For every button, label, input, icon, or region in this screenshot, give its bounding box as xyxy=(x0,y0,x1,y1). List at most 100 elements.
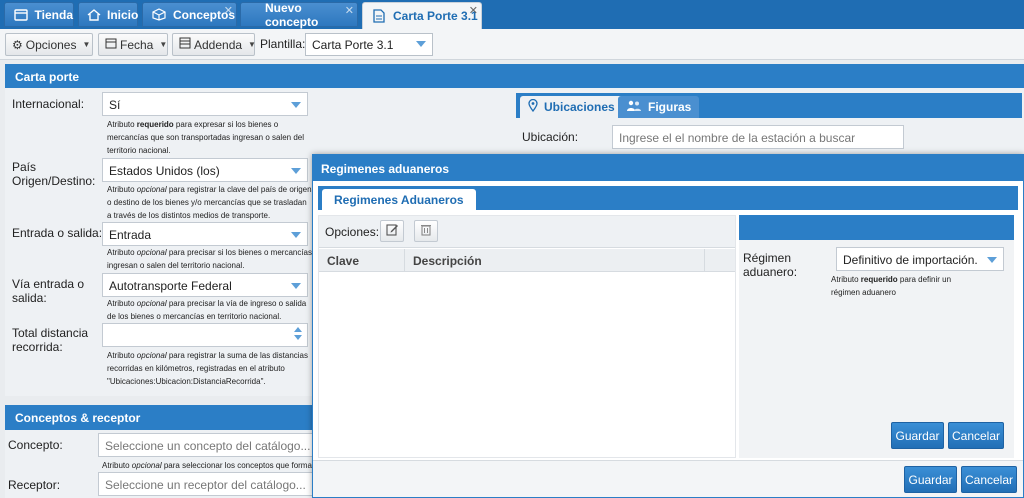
tab-label: Figuras xyxy=(648,100,692,114)
location-pin-icon xyxy=(528,98,538,115)
tab-tienda[interactable]: Tienda xyxy=(4,2,74,27)
tab-nuevo-concepto[interactable]: Nuevo concepto ✕ xyxy=(240,0,358,29)
panel-title: Conceptos & receptor xyxy=(15,411,141,425)
tab-figuras[interactable]: Figuras xyxy=(618,96,700,118)
modal-title-text: Regimenes aduaneros xyxy=(321,162,450,176)
tab-label: Nuevo concepto xyxy=(265,0,319,29)
regimen-select[interactable]: Definitivo de importación. xyxy=(836,247,1004,271)
entrada-salida-label: Entrada o salida: xyxy=(12,226,103,240)
column-label: Descripción xyxy=(413,254,482,268)
ubicacion-search-input[interactable]: Ingrese el el nombre de la estación a bu… xyxy=(612,125,904,149)
modal-footer: Guardar Cancelar xyxy=(313,460,1023,497)
toolbar: ⚙ Opciones ▼ Fecha ▼ Addenda ▼ Plantilla… xyxy=(0,29,1024,60)
plantilla-select[interactable]: Carta Porte 3.1 xyxy=(305,33,433,56)
select-value: Definitivo de importación. xyxy=(843,253,978,267)
chevron-down-icon xyxy=(416,41,426,47)
pais-select[interactable]: Estados Unidos (los) xyxy=(102,158,308,182)
button-label: Guardar xyxy=(895,428,940,443)
tab-regimenes-aduaneros[interactable]: Regimenes Aduaneros xyxy=(322,189,476,210)
input-placeholder: Ingrese el el nombre de la estación a bu… xyxy=(619,131,856,145)
store-icon xyxy=(13,8,29,22)
button-label: Cancelar xyxy=(951,428,1001,443)
select-value: Autotransporte Federal xyxy=(109,279,232,293)
chevron-down-icon: ▼ xyxy=(248,40,256,49)
delete-button[interactable] xyxy=(414,220,438,242)
receptor-label: Receptor: xyxy=(8,478,61,492)
addenda-label: Addenda xyxy=(194,37,243,52)
options-bar: Opciones: xyxy=(319,216,735,248)
regimenes-grid-panel: Opciones: Clave Descripción xyxy=(318,215,736,458)
modal-cancelar-button[interactable]: Cancelar xyxy=(961,466,1017,493)
chevron-down-icon xyxy=(291,232,301,238)
column-label: Clave xyxy=(327,254,360,268)
people-icon xyxy=(626,100,642,115)
regimenes-modal: Regimenes aduaneros Regimenes Aduaneros … xyxy=(312,154,1024,498)
tab-ubicaciones[interactable]: Ubicaciones xyxy=(520,96,623,118)
chevron-down-icon xyxy=(291,283,301,289)
distancia-input[interactable] xyxy=(102,323,308,347)
distancia-label: Total distancia recorrida: xyxy=(12,326,89,354)
input-placeholder: Seleccione un receptor del catálogo... xyxy=(105,478,306,492)
chevron-down-icon[interactable] xyxy=(294,335,302,340)
modal-title: Regimenes aduaneros xyxy=(313,155,1023,181)
tab-label: Inicio xyxy=(107,7,139,22)
input-placeholder: Seleccione un concepto del catálogo... xyxy=(105,439,311,453)
form-header xyxy=(739,215,1014,240)
plantilla-value: Carta Porte 3.1 xyxy=(312,38,394,52)
pais-help: Atributo opcional para registrar la clav… xyxy=(107,185,312,220)
tab-label: Tienda xyxy=(34,7,73,22)
box-icon xyxy=(151,8,167,22)
chevron-down-icon: ▼ xyxy=(82,40,91,49)
home-icon xyxy=(87,8,101,22)
grid-header: Clave Descripción xyxy=(319,249,735,272)
plantilla-label: Plantilla: xyxy=(260,37,306,51)
document-icon xyxy=(371,9,387,23)
concepto-input[interactable]: Seleccione un concepto del catálogo... xyxy=(98,433,318,457)
column-header-clave[interactable]: Clave xyxy=(319,249,405,272)
close-icon[interactable]: ✕ xyxy=(345,4,354,17)
receptor-input[interactable]: Seleccione un receptor del catálogo... xyxy=(98,472,318,496)
number-stepper[interactable] xyxy=(294,327,303,343)
concepto-label: Concepto: xyxy=(8,438,63,452)
panel-title: Carta porte xyxy=(15,70,80,84)
entrada-salida-help: Atributo opcional para precisar si los b… xyxy=(107,248,313,270)
ubicaciones-tabbar: Ubicaciones Figuras xyxy=(516,93,1022,118)
tab-label: Ubicaciones xyxy=(544,100,615,114)
internacional-help: Atributo requerido para expresar si los … xyxy=(107,120,305,155)
close-icon[interactable]: ✕ xyxy=(224,4,233,17)
column-header-descripcion[interactable]: Descripción xyxy=(405,249,705,272)
select-value: Sí xyxy=(109,98,121,112)
tab-conceptos[interactable]: Conceptos ✕ xyxy=(142,2,237,27)
via-select[interactable]: Autotransporte Federal xyxy=(102,273,308,297)
guardar-button[interactable]: Guardar xyxy=(891,422,944,449)
gear-icon: ⚙ xyxy=(12,37,23,52)
regimen-label: Régimen aduanero: xyxy=(743,251,798,279)
internacional-select[interactable]: Sí xyxy=(102,92,308,116)
cancelar-button[interactable]: Cancelar xyxy=(948,422,1004,449)
regimen-help: Atributo requerido para definir un régim… xyxy=(831,275,952,297)
fecha-label: Fecha xyxy=(120,37,154,52)
modal-guardar-button[interactable]: Guardar xyxy=(904,466,957,493)
chevron-down-icon xyxy=(987,257,997,263)
carta-porte-header: Carta porte xyxy=(5,64,1024,88)
addenda-button[interactable]: Addenda ▼ xyxy=(172,33,256,56)
trash-icon xyxy=(420,223,432,239)
via-help: Atributo opcional para precisar la vía d… xyxy=(107,299,307,321)
regimen-form-panel: Régimen aduanero: Definitivo de importac… xyxy=(739,215,1014,458)
ubicacion-label: Ubicación: xyxy=(522,130,579,144)
close-icon[interactable]: ✕ xyxy=(469,4,478,17)
tab-label: Carta Porte 3.1 xyxy=(393,9,478,23)
tab-carta-porte[interactable]: Carta Porte 3.1 ✕ xyxy=(362,2,482,29)
button-label: Cancelar xyxy=(964,472,1014,487)
opciones-label: Opciones xyxy=(25,37,77,52)
edit-button[interactable] xyxy=(380,220,404,242)
via-label: Vía entrada o salida: xyxy=(12,277,85,305)
chevron-up-icon[interactable] xyxy=(294,327,302,332)
concepto-help: Atributo opcional para seleccionar los c… xyxy=(102,461,317,470)
opciones-button[interactable]: ⚙ Opciones ▼ xyxy=(5,33,93,56)
tab-inicio[interactable]: Inicio xyxy=(78,2,138,27)
entrada-salida-select[interactable]: Entrada xyxy=(102,222,308,246)
button-label: Guardar xyxy=(908,472,953,487)
chevron-down-icon xyxy=(291,168,301,174)
fecha-button[interactable]: Fecha ▼ xyxy=(98,33,168,56)
